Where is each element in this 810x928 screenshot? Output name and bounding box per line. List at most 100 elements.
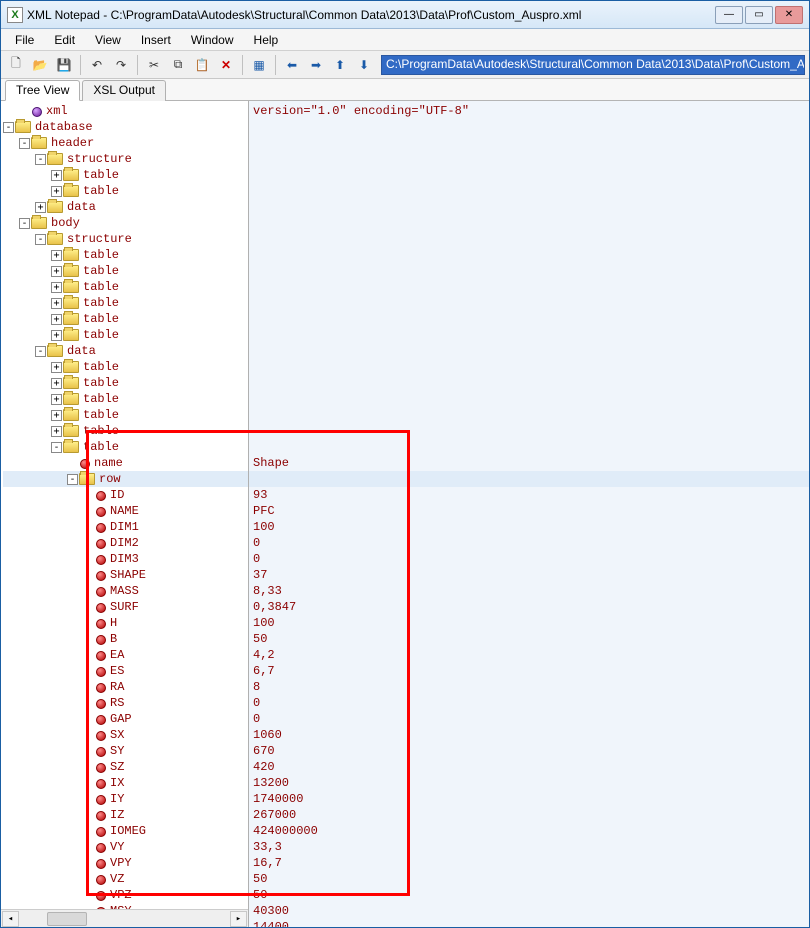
value-cell[interactable] <box>249 359 809 375</box>
scroll-thumb[interactable] <box>47 912 87 926</box>
expand-icon[interactable]: + <box>51 410 62 421</box>
value-cell[interactable]: 0 <box>249 711 809 727</box>
value-cell[interactable] <box>249 327 809 343</box>
attr-id[interactable]: ID <box>3 487 248 503</box>
value-cell[interactable] <box>249 263 809 279</box>
collapse-icon[interactable]: - <box>51 442 62 453</box>
attr-surf[interactable]: SURF <box>3 599 248 615</box>
value-cell[interactable] <box>249 423 809 439</box>
attr-rs[interactable]: RS <box>3 695 248 711</box>
menu-edit[interactable]: Edit <box>44 31 85 49</box>
value-cell[interactable] <box>249 407 809 423</box>
collapse-icon[interactable]: - <box>3 122 14 133</box>
node-body-data-table[interactable]: +table <box>3 375 248 391</box>
node-body-structure-table[interactable]: +table <box>3 295 248 311</box>
new-button[interactable]: 🗋 <box>5 54 27 76</box>
attr-iz[interactable]: IZ <box>3 807 248 823</box>
value-cell[interactable] <box>249 167 809 183</box>
tree-scroll[interactable]: xml-database-header-structure+table+tabl… <box>1 101 248 909</box>
attr-sz[interactable]: SZ <box>3 759 248 775</box>
value-cell[interactable] <box>249 135 809 151</box>
attr-iomeg[interactable]: IOMEG <box>3 823 248 839</box>
value-cell[interactable] <box>249 471 809 487</box>
attr-iy[interactable]: IY <box>3 791 248 807</box>
menu-view[interactable]: View <box>85 31 131 49</box>
node-header[interactable]: -header <box>3 135 248 151</box>
expand-icon[interactable]: + <box>51 362 62 373</box>
value-cell[interactable]: 420 <box>249 759 809 775</box>
value-cell[interactable] <box>249 215 809 231</box>
scroll-right-arrow[interactable]: ▸ <box>230 911 247 927</box>
expand-icon[interactable]: + <box>51 170 62 181</box>
close-button[interactable]: ✕ <box>775 6 803 24</box>
value-cell[interactable]: 0 <box>249 535 809 551</box>
attr-mass[interactable]: MASS <box>3 583 248 599</box>
cut-button[interactable]: ✂ <box>143 54 165 76</box>
value-cell[interactable] <box>249 151 809 167</box>
node-body-structure-table[interactable]: +table <box>3 279 248 295</box>
value-cell[interactable] <box>249 247 809 263</box>
node-body-structure[interactable]: -structure <box>3 231 248 247</box>
horizontal-scrollbar[interactable]: ◂ ▸ <box>1 909 248 927</box>
nudge-left-button[interactable]: ⬅ <box>281 54 303 76</box>
value-cell[interactable]: 33,3 <box>249 839 809 855</box>
attr-vy[interactable]: VY <box>3 839 248 855</box>
node-body-data-table[interactable]: +table <box>3 423 248 439</box>
menu-window[interactable]: Window <box>181 31 244 49</box>
attr-name[interactable]: NAME <box>3 503 248 519</box>
attr-dim2[interactable]: DIM2 <box>3 535 248 551</box>
value-cell[interactable]: 50 <box>249 871 809 887</box>
collapse-icon[interactable]: - <box>19 138 30 149</box>
collapse-icon[interactable]: - <box>19 218 30 229</box>
scroll-left-arrow[interactable]: ◂ <box>2 911 19 927</box>
value-cell[interactable]: 93 <box>249 487 809 503</box>
expand-icon[interactable]: + <box>51 378 62 389</box>
value-cell[interactable]: 100 <box>249 615 809 631</box>
value-cell[interactable]: 1060 <box>249 727 809 743</box>
value-cell[interactable] <box>249 119 809 135</box>
value-cell[interactable]: 0,3847 <box>249 599 809 615</box>
value-cell[interactable]: 13200 <box>249 775 809 791</box>
value-cell[interactable] <box>249 439 809 455</box>
nudge-up-button[interactable]: ⬆ <box>329 54 351 76</box>
node-header-structure-table[interactable]: +table <box>3 167 248 183</box>
attr-shape[interactable]: SHAPE <box>3 567 248 583</box>
value-cell[interactable]: 16,7 <box>249 855 809 871</box>
redo-button[interactable]: ↷ <box>110 54 132 76</box>
value-cell[interactable]: 1740000 <box>249 791 809 807</box>
attr-ra[interactable]: RA <box>3 679 248 695</box>
maximize-button[interactable]: ▭ <box>745 6 773 24</box>
node-body-data-table[interactable]: +table <box>3 391 248 407</box>
value-cell[interactable] <box>249 311 809 327</box>
node-database[interactable]: -database <box>3 119 248 135</box>
value-cell[interactable] <box>249 391 809 407</box>
value-cell[interactable]: 267000 <box>249 807 809 823</box>
value-cell[interactable]: 0 <box>249 551 809 567</box>
node-row[interactable]: -row <box>3 471 248 487</box>
node-header-data[interactable]: +data <box>3 199 248 215</box>
collapse-icon[interactable]: - <box>67 474 78 485</box>
value-cell[interactable]: 37 <box>249 567 809 583</box>
node-header-structure-table[interactable]: +table <box>3 183 248 199</box>
attr-dim3[interactable]: DIM3 <box>3 551 248 567</box>
node-body-structure-table[interactable]: +table <box>3 247 248 263</box>
open-button[interactable]: 📂 <box>29 54 51 76</box>
node-body-data-table[interactable]: +table <box>3 407 248 423</box>
value-cell[interactable]: 14400 <box>249 919 809 927</box>
tab-tree-view[interactable]: Tree View <box>5 80 80 101</box>
collapse-icon[interactable]: - <box>35 346 46 357</box>
expand-icon[interactable]: + <box>51 314 62 325</box>
value-cell[interactable]: 670 <box>249 743 809 759</box>
value-cell[interactable] <box>249 199 809 215</box>
value-cell[interactable] <box>249 295 809 311</box>
paste-button[interactable]: 📋 <box>191 54 213 76</box>
node-body-structure-table[interactable]: +table <box>3 327 248 343</box>
attr-vpz[interactable]: VPZ <box>3 887 248 903</box>
value-cell[interactable] <box>249 183 809 199</box>
path-input[interactable]: C:\ProgramData\Autodesk\Structural\Commo… <box>381 55 805 75</box>
attr-ix[interactable]: IX <box>3 775 248 791</box>
expand-icon[interactable]: + <box>51 250 62 261</box>
attr-es[interactable]: ES <box>3 663 248 679</box>
value-cell[interactable] <box>249 231 809 247</box>
save-button[interactable]: 💾 <box>53 54 75 76</box>
